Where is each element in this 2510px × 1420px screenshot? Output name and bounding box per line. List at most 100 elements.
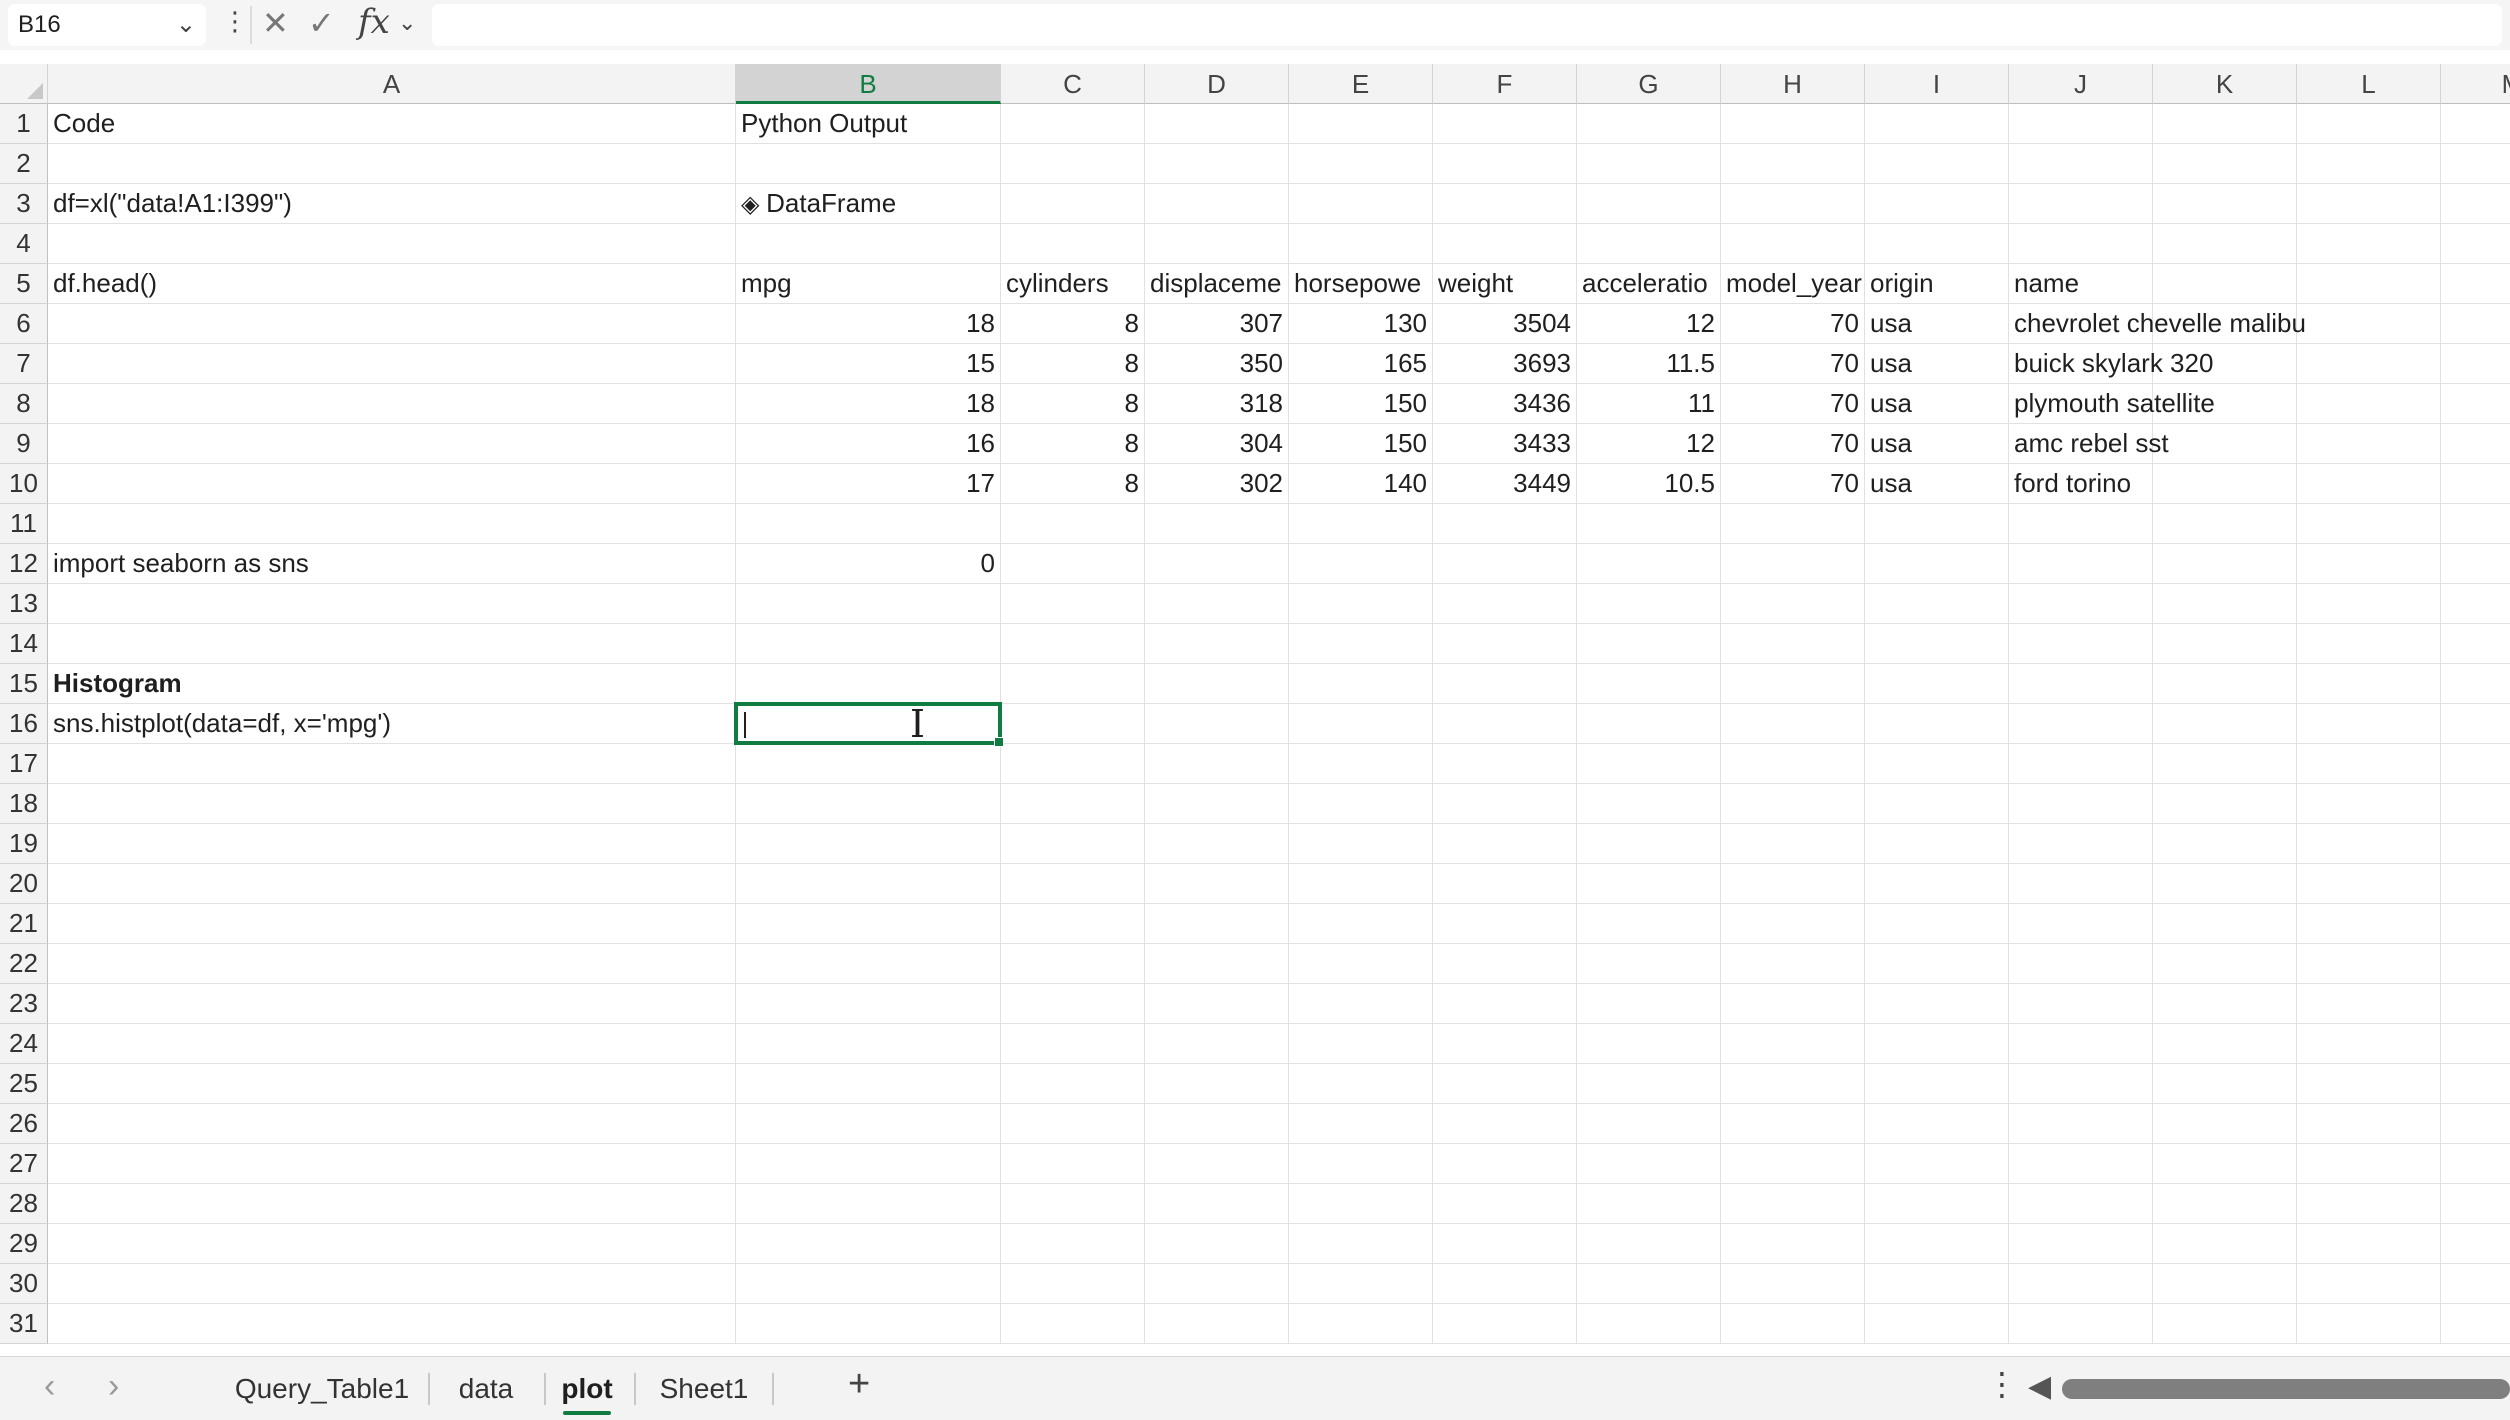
cell-a31[interactable] [48, 1304, 736, 1344]
cell-j12[interactable] [2009, 544, 2153, 584]
cell-l13[interactable] [2297, 584, 2441, 624]
cell-f5[interactable]: weight [1433, 264, 1577, 304]
row-header-17[interactable]: 17 [0, 744, 48, 784]
cell-d19[interactable] [1145, 824, 1289, 864]
cell-a26[interactable] [48, 1104, 736, 1144]
cell-e20[interactable] [1289, 864, 1433, 904]
cell-i28[interactable] [1865, 1184, 2009, 1224]
cell-b11[interactable] [736, 504, 1001, 544]
cell-k27[interactable] [2153, 1144, 2297, 1184]
cell-g25[interactable] [1577, 1064, 1721, 1104]
cell-a1[interactable]: Code [48, 104, 736, 144]
cell-f31[interactable] [1433, 1304, 1577, 1344]
cell-h15[interactable] [1721, 664, 1865, 704]
cell-b24[interactable] [736, 1024, 1001, 1064]
cell-k19[interactable] [2153, 824, 2297, 864]
cell-b5[interactable]: mpg [736, 264, 1001, 304]
cell-j5[interactable]: name [2009, 264, 2153, 304]
row-header-3[interactable]: 3 [0, 184, 48, 224]
cell-d22[interactable] [1145, 944, 1289, 984]
row-header-25[interactable]: 25 [0, 1064, 48, 1104]
cell-l9[interactable] [2297, 424, 2441, 464]
cell-g30[interactable] [1577, 1264, 1721, 1304]
row-header-26[interactable]: 26 [0, 1104, 48, 1144]
column-header-j[interactable]: J [2009, 64, 2153, 104]
cell-a6[interactable] [48, 304, 736, 344]
cell-e17[interactable] [1289, 744, 1433, 784]
row-header-19[interactable]: 19 [0, 824, 48, 864]
cell-e8[interactable]: 150 [1289, 384, 1433, 424]
cell-m17[interactable] [2441, 744, 2510, 784]
cell-d31[interactable] [1145, 1304, 1289, 1344]
cell-e3[interactable] [1289, 184, 1433, 224]
cell-h16[interactable] [1721, 704, 1865, 744]
cell-i4[interactable] [1865, 224, 2009, 264]
cell-f22[interactable] [1433, 944, 1577, 984]
row-header-23[interactable]: 23 [0, 984, 48, 1024]
cell-d3[interactable] [1145, 184, 1289, 224]
cell-b30[interactable] [736, 1264, 1001, 1304]
cell-e24[interactable] [1289, 1024, 1433, 1064]
chevron-right-icon[interactable]: › [108, 1367, 119, 1406]
cell-l22[interactable] [2297, 944, 2441, 984]
row-header-15[interactable]: 15 [0, 664, 48, 704]
cell-b15[interactable] [736, 664, 1001, 704]
cell-b28[interactable] [736, 1184, 1001, 1224]
cell-i12[interactable] [1865, 544, 2009, 584]
cell-e12[interactable] [1289, 544, 1433, 584]
cell-f18[interactable] [1433, 784, 1577, 824]
cell-m15[interactable] [2441, 664, 2510, 704]
cell-b20[interactable] [736, 864, 1001, 904]
cell-e25[interactable] [1289, 1064, 1433, 1104]
row-header-16[interactable]: 16 [0, 704, 48, 744]
cell-j9[interactable]: amc rebel sst [2009, 424, 2169, 464]
cell-e15[interactable] [1289, 664, 1433, 704]
cell-e18[interactable] [1289, 784, 1433, 824]
cell-h6[interactable]: 70 [1721, 304, 1865, 344]
cell-e5[interactable]: horsepowe [1289, 264, 1433, 304]
cell-c2[interactable] [1001, 144, 1145, 184]
cell-m16[interactable] [2441, 704, 2510, 744]
cell-d4[interactable] [1145, 224, 1289, 264]
cell-m3[interactable] [2441, 184, 2510, 224]
cell-k29[interactable] [2153, 1224, 2297, 1264]
cell-i10[interactable]: usa [1865, 464, 2009, 504]
cell-d10[interactable]: 302 [1145, 464, 1289, 504]
cell-b21[interactable] [736, 904, 1001, 944]
cell-b10[interactable]: 17 [736, 464, 1001, 504]
cell-e31[interactable] [1289, 1304, 1433, 1344]
sheet-tab-plot[interactable]: plot [556, 1369, 618, 1415]
cell-j24[interactable] [2009, 1024, 2153, 1064]
cell-g15[interactable] [1577, 664, 1721, 704]
cell-m31[interactable] [2441, 1304, 2510, 1344]
cell-f23[interactable] [1433, 984, 1577, 1024]
cell-b27[interactable] [736, 1144, 1001, 1184]
cell-l2[interactable] [2297, 144, 2441, 184]
cell-l18[interactable] [2297, 784, 2441, 824]
cell-b26[interactable] [736, 1104, 1001, 1144]
cell-f16[interactable] [1433, 704, 1577, 744]
cell-e22[interactable] [1289, 944, 1433, 984]
cell-i20[interactable] [1865, 864, 2009, 904]
cell-d28[interactable] [1145, 1184, 1289, 1224]
cell-j27[interactable] [2009, 1144, 2153, 1184]
cell-i19[interactable] [1865, 824, 2009, 864]
cell-m30[interactable] [2441, 1264, 2510, 1304]
cell-j18[interactable] [2009, 784, 2153, 824]
cell-e10[interactable]: 140 [1289, 464, 1433, 504]
cell-h17[interactable] [1721, 744, 1865, 784]
cell-l29[interactable] [2297, 1224, 2441, 1264]
cell-g29[interactable] [1577, 1224, 1721, 1264]
cell-a28[interactable] [48, 1184, 736, 1224]
cell-i3[interactable] [1865, 184, 2009, 224]
row-header-6[interactable]: 6 [0, 304, 48, 344]
cell-i26[interactable] [1865, 1104, 2009, 1144]
sheet-tab-sheet1[interactable]: Sheet1 [652, 1369, 756, 1409]
cell-h14[interactable] [1721, 624, 1865, 664]
row-header-21[interactable]: 21 [0, 904, 48, 944]
cell-a29[interactable] [48, 1224, 736, 1264]
cell-b22[interactable] [736, 944, 1001, 984]
cell-l30[interactable] [2297, 1264, 2441, 1304]
cell-e1[interactable] [1289, 104, 1433, 144]
cell-f24[interactable] [1433, 1024, 1577, 1064]
